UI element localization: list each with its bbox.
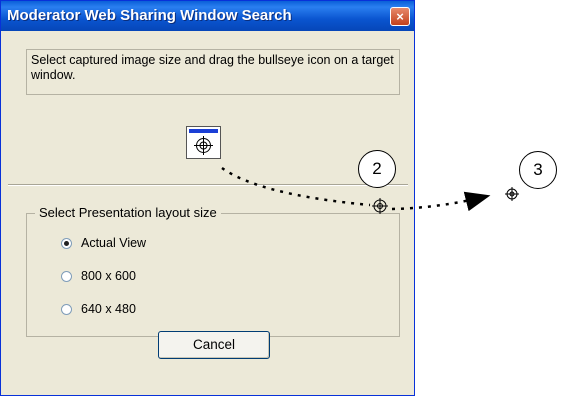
dotted-arrow xyxy=(391,191,491,212)
drag-path-overlay xyxy=(221,166,519,214)
callout-2: 2 xyxy=(358,150,396,188)
bullseye-icon-step3 xyxy=(505,187,519,201)
callout-3: 3 xyxy=(519,151,557,189)
bullseye-icon-step2 xyxy=(372,198,388,214)
drag-path-curve xyxy=(221,166,371,207)
